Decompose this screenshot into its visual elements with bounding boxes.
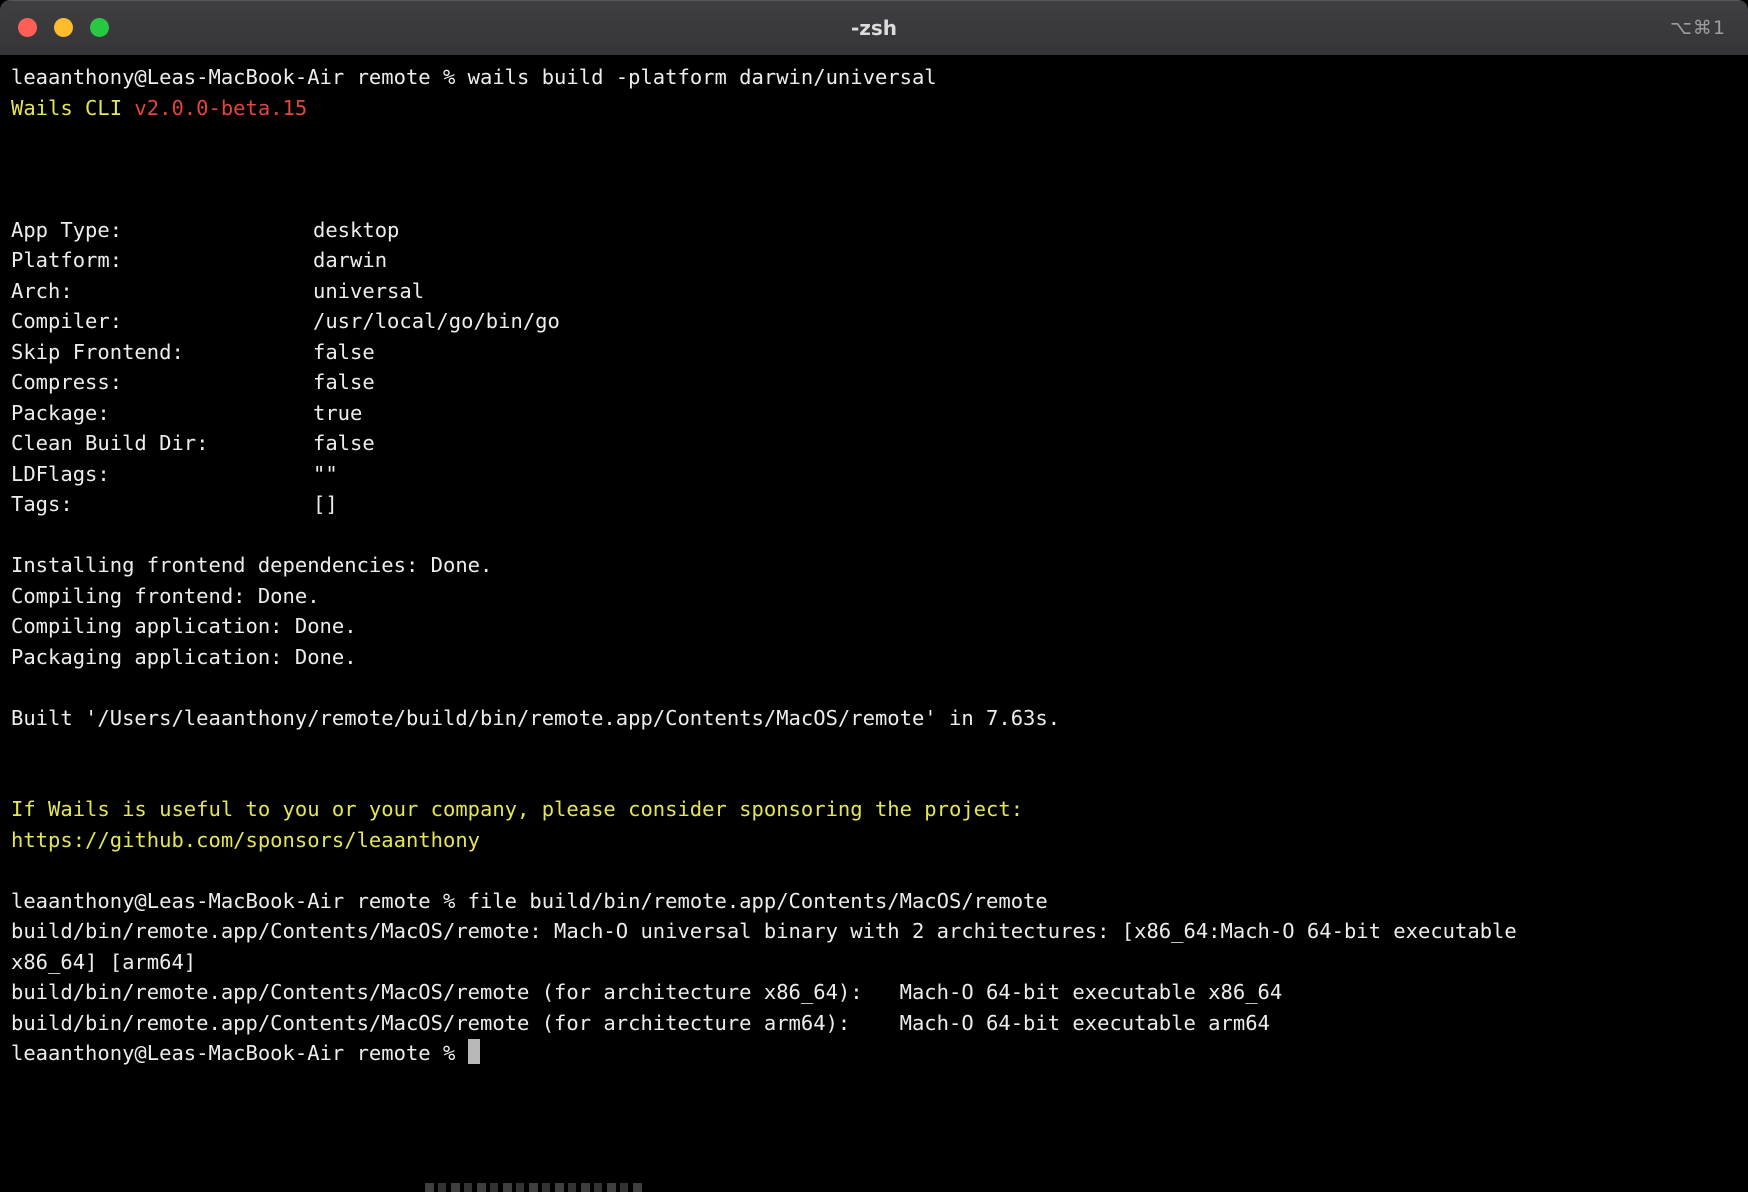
build-info-row: Platform:darwin — [11, 245, 1541, 276]
minimize-button[interactable] — [54, 18, 73, 37]
build-info-row: LDFlags:"" — [11, 459, 1541, 490]
blank-line — [11, 672, 1737, 703]
blank-line — [11, 520, 1737, 551]
titlebar[interactable]: -zsh ⌥⌘1 — [0, 0, 1748, 56]
build-info-row: Compiler:/usr/local/go/bin/go — [11, 306, 1541, 337]
window-shortcut-hint: ⌥⌘1 — [1670, 17, 1726, 39]
build-info-row: Clean Build Dir:false — [11, 428, 1541, 459]
info-value: universal — [313, 279, 424, 303]
shell-prompt: leaanthony@Leas-MacBook-Air remote % — [11, 1041, 468, 1065]
info-value: /usr/local/go/bin/go — [313, 309, 560, 333]
info-label: Skip Frontend: — [11, 337, 313, 368]
blank-line — [11, 855, 1737, 886]
info-value: desktop — [313, 218, 399, 242]
prompt-line-current: leaanthony@Leas-MacBook-Air remote % — [11, 1038, 1541, 1069]
build-command-text: wails build -platform darwin/universal — [468, 65, 937, 89]
blank-line — [11, 733, 1737, 764]
window-title: -zsh — [0, 16, 1748, 40]
info-label: Compress: — [11, 367, 313, 398]
file-output-line: build/bin/remote.app/Contents/MacOS/remo… — [11, 977, 1541, 1008]
build-info-row: Tags:[] — [11, 489, 1541, 520]
info-value: "" — [313, 462, 338, 486]
info-label: Clean Build Dir: — [11, 428, 313, 459]
built-result-line: Built '/Users/leaanthony/remote/build/bi… — [11, 703, 1541, 734]
build-info-row: Compress:false — [11, 367, 1541, 398]
build-info-row: App Type:desktop — [11, 215, 1541, 246]
terminal-window: -zsh ⌥⌘1 leaanthony@Leas-MacBook-Air rem… — [0, 0, 1748, 1192]
progress-line: Compiling application: Done. — [11, 611, 1541, 642]
shell-prompt: leaanthony@Leas-MacBook-Air remote % — [11, 889, 468, 913]
file-output-line: build/bin/remote.app/Contents/MacOS/remo… — [11, 1008, 1541, 1039]
info-value: false — [313, 340, 375, 364]
shell-prompt: leaanthony@Leas-MacBook-Air remote % — [11, 65, 468, 89]
info-label: Arch: — [11, 276, 313, 307]
info-label: Package: — [11, 398, 313, 429]
info-value: false — [313, 431, 375, 455]
close-button[interactable] — [18, 18, 37, 37]
prompt-line-file: leaanthony@Leas-MacBook-Air remote % fil… — [11, 886, 1541, 917]
wails-cli-version-line: Wails CLI v2.0.0-beta.15 — [11, 93, 1541, 124]
blank-line — [11, 154, 1737, 185]
terminal-output[interactable]: leaanthony@Leas-MacBook-Air remote % wai… — [0, 56, 1748, 1186]
file-command-text: file build/bin/remote.app/Contents/MacOS… — [468, 889, 1048, 913]
clipped-content-artifact — [425, 1183, 643, 1192]
sponsor-url-line: https://github.com/sponsors/leaanthony — [11, 825, 1541, 856]
zoom-button[interactable] — [90, 18, 109, 37]
info-value: false — [313, 370, 375, 394]
file-output-line: build/bin/remote.app/Contents/MacOS/remo… — [11, 916, 1541, 977]
build-info-row: Arch:universal — [11, 276, 1541, 307]
info-label: App Type: — [11, 215, 313, 246]
info-value: darwin — [313, 248, 387, 272]
info-label: Compiler: — [11, 306, 313, 337]
wails-cli-version: v2.0.0-beta.15 — [134, 96, 307, 120]
progress-line: Compiling frontend: Done. — [11, 581, 1541, 612]
info-value: [] — [313, 492, 338, 516]
progress-line: Packaging application: Done. — [11, 642, 1541, 673]
info-value: true — [313, 401, 362, 425]
prompt-line-build: leaanthony@Leas-MacBook-Air remote % wai… — [11, 62, 1541, 93]
info-label: Platform: — [11, 245, 313, 276]
build-info-row: Skip Frontend:false — [11, 337, 1541, 368]
info-label: Tags: — [11, 489, 313, 520]
traffic-lights — [18, 18, 109, 37]
blank-line — [11, 764, 1737, 795]
blank-line — [11, 123, 1737, 154]
progress-line: Installing frontend dependencies: Done. — [11, 550, 1541, 581]
terminal-cursor — [468, 1039, 480, 1064]
sponsor-message-line: If Wails is useful to you or your compan… — [11, 794, 1541, 825]
build-info-row: Package:true — [11, 398, 1541, 429]
blank-line — [11, 184, 1737, 215]
info-label: LDFlags: — [11, 459, 313, 490]
wails-cli-name: Wails CLI — [11, 96, 134, 120]
